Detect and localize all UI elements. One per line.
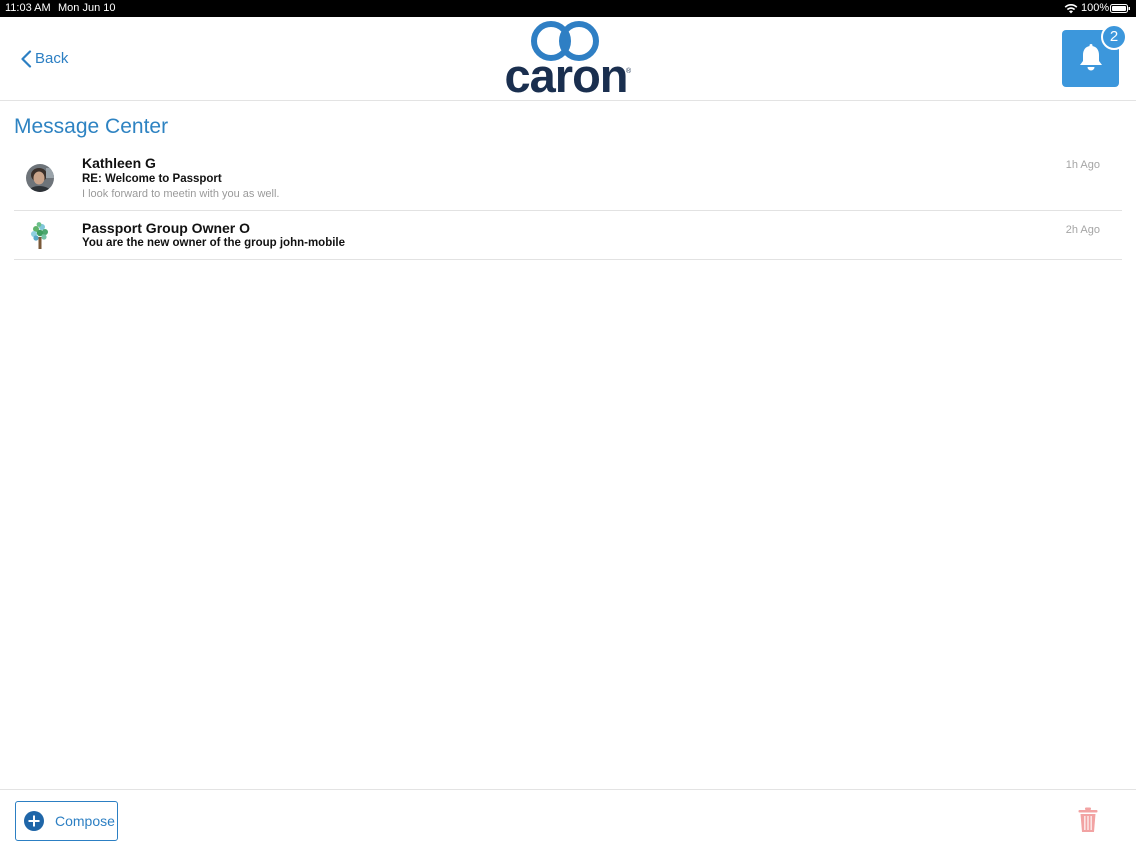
bell-icon [1080,44,1102,71]
footer-toolbar: Compose [0,789,1136,853]
chevron-left-icon [21,50,32,68]
photo-avatar-icon [26,164,54,192]
compose-label: Compose [55,813,115,829]
message-time: 2h Ago [1065,224,1100,236]
message-sender: Passport Group Owner O [82,220,251,236]
message-sender: Kathleen G [82,155,156,171]
message-row[interactable]: Kathleen G RE: Welcome to Passport I loo… [14,146,1122,211]
compose-button[interactable]: Compose [15,801,118,841]
message-subject: You are the new owner of the group john-… [82,237,346,249]
message-subject: RE: Welcome to Passport [82,173,222,185]
wifi-icon [1064,4,1078,14]
page-title: Message Center [14,115,169,138]
message-time: 1h Ago [1065,159,1100,171]
status-date: Mon Jun 10 [58,2,116,14]
tree-icon [31,222,48,249]
sender-avatar [26,164,54,192]
battery-icon [1110,4,1130,13]
app-header: Back caron ® 2 [0,17,1136,101]
sender-avatar [26,221,54,249]
registered-mark: ® [626,68,632,75]
back-button[interactable]: Back [20,48,68,70]
message-preview: I look forward to meetin with you as wel… [82,188,280,200]
battery-percent: 100% [1081,2,1110,14]
notification-badge: 2 [1101,24,1127,50]
trash-icon[interactable] [1078,807,1098,833]
logo-text: caron [504,49,629,102]
plus-icon [24,811,44,831]
message-list: Kathleen G RE: Welcome to Passport I loo… [14,146,1122,260]
status-bar: 11:03 AM Mon Jun 10 100% [0,0,1136,17]
message-row[interactable]: Passport Group Owner O You are the new o… [14,211,1122,260]
status-time: 11:03 AM [5,2,51,14]
caron-logo: caron ® [501,19,636,102]
back-label: Back [35,50,69,67]
